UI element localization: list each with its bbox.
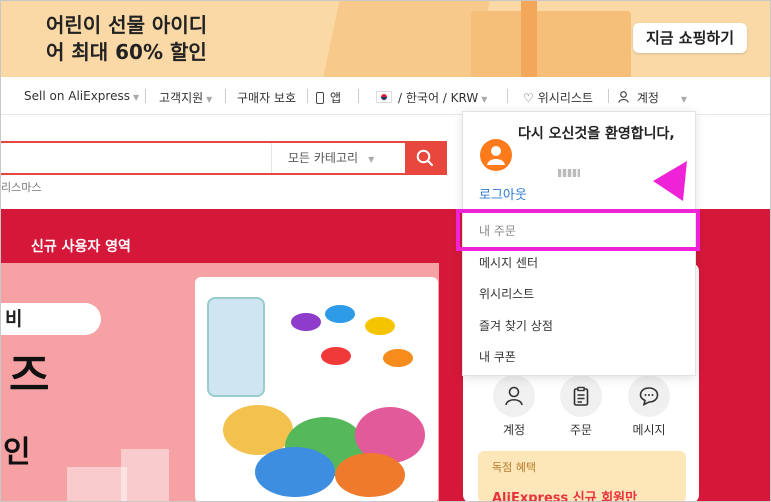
toy-jar-illustration (207, 297, 265, 397)
account-label: 계정 (636, 91, 659, 105)
nav-divider (507, 89, 508, 103)
account-shortcut[interactable] (493, 375, 535, 417)
chevron-down-icon: ▼ (206, 95, 213, 104)
sell-label: Sell on AliExpress (24, 89, 130, 103)
avatar (480, 139, 512, 171)
search-icon (416, 149, 433, 166)
menu-item-favorite-stores[interactable]: 즐겨 찾기 상점 (479, 317, 553, 334)
person-icon (505, 386, 523, 406)
nav-divider (307, 89, 308, 103)
product-image[interactable] (195, 277, 438, 501)
toy-bowl (365, 317, 395, 335)
highlight-annotation (456, 209, 700, 251)
messages-shortcut[interactable] (628, 375, 670, 417)
benefit-title: AliExpress 신규 회원만 (492, 491, 638, 502)
buyer-protection-link[interactable]: 구매자 보호 (237, 89, 296, 106)
account-shortcut-label: 계정 (502, 423, 526, 437)
promo-headline: 어린이 선물 아이디 어 최대 60% 할인 (46, 12, 207, 66)
orders-shortcut[interactable] (560, 375, 602, 417)
person-icon (487, 146, 505, 165)
shop-now-button[interactable]: 지금 쇼핑하기 (633, 23, 747, 53)
nav-divider (225, 89, 226, 103)
chat-icon (639, 387, 659, 406)
section-title: 신규 사용자 영역 (31, 239, 131, 255)
search-bar: 모든 카테고리 ▼ (1, 141, 447, 175)
search-input[interactable] (1, 143, 269, 173)
app-link[interactable]: 앱 (316, 89, 341, 106)
phone-icon (316, 92, 324, 104)
pointer-arrow-icon (653, 161, 687, 201)
messages-shortcut-label: 메시지 (632, 423, 666, 437)
toy-pile (335, 453, 405, 497)
screenshot-frame: 어린이 선물 아이디 어 최대 60% 할인 지금 쇼핑하기 Sell on A… (0, 0, 771, 502)
person-icon (618, 91, 633, 105)
locale-selector[interactable]: / 한국어 / KRW ▼ (376, 89, 487, 106)
orders-shortcut-label: 주문 (569, 423, 593, 437)
chevron-down-icon: ▼ (132, 93, 140, 102)
sell-on-aliexpress-link[interactable]: Sell on AliExpress ▼ (24, 89, 139, 103)
account-menu-trigger[interactable]: 계정 ▼ (618, 89, 687, 106)
toy-bowl (383, 349, 413, 367)
support-label: 고객지원 (159, 91, 204, 105)
gift-illustration (121, 449, 169, 501)
exclusive-benefit-card[interactable]: 독점 혜택 AliExpress 신규 회원만 (478, 451, 686, 502)
gift-illustration (67, 467, 127, 501)
promo-big-text: 인 (3, 435, 31, 470)
gift-box-illustration (320, 1, 492, 77)
toy-bowl (291, 313, 321, 331)
toy-pile (255, 447, 335, 497)
gift-box-illustration (471, 11, 631, 77)
nav-divider (358, 89, 359, 103)
locale-label: / 한국어 / KRW (398, 91, 479, 105)
app-label: 앱 (330, 91, 342, 105)
menu-item-wishlist[interactable]: 위시리스트 (479, 285, 534, 302)
promo-banner[interactable]: 어린이 선물 아이디 어 최대 60% 할인 지금 쇼핑하기 (1, 1, 770, 77)
nav-divider (608, 89, 609, 103)
toy-bowl (325, 305, 355, 323)
promo-line-1: 어린이 선물 아이디 (46, 13, 208, 37)
wishlist-label: 위시리스트 (537, 91, 593, 105)
chevron-down-icon: ▼ (368, 155, 375, 164)
ribbon-illustration (521, 1, 537, 77)
category-selector[interactable]: 모든 카테고리 ▼ (271, 143, 407, 173)
welcome-message: 다시 오신것을 환영합니다, (518, 126, 675, 142)
menu-item-message-center[interactable]: 메시지 센터 (479, 254, 538, 271)
username-redacted (558, 169, 580, 177)
top-nav: Sell on AliExpress ▼ 고객지원 ▼ 구매자 보호 앱 / 한국어… (1, 77, 770, 115)
search-button[interactable] (405, 141, 445, 175)
category-label: 모든 카테고리 (288, 151, 359, 165)
wishlist-link[interactable]: ♡ 위시리스트 (523, 89, 593, 106)
search-suggestion[interactable]: 리스마스 (1, 179, 41, 195)
promo-pill: 비 (1, 303, 101, 335)
menu-item-my-coupons[interactable]: 내 쿠폰 (479, 348, 516, 365)
korea-flag-icon (376, 91, 392, 103)
chevron-down-icon: ▼ (680, 95, 688, 104)
chevron-down-icon: ▼ (481, 95, 488, 104)
promo-big-text: 즈 (9, 350, 50, 401)
heart-icon: ♡ (523, 91, 534, 105)
benefit-label: 독점 혜택 (492, 461, 536, 474)
toy-bowl (321, 347, 351, 365)
clipboard-icon (573, 386, 589, 406)
customer-support-link[interactable]: 고객지원 ▼ (159, 89, 212, 106)
nav-divider (145, 89, 146, 103)
logout-link[interactable]: 로그아웃 (479, 184, 527, 203)
promo-line-2: 어 최대 60% 할인 (46, 40, 207, 64)
